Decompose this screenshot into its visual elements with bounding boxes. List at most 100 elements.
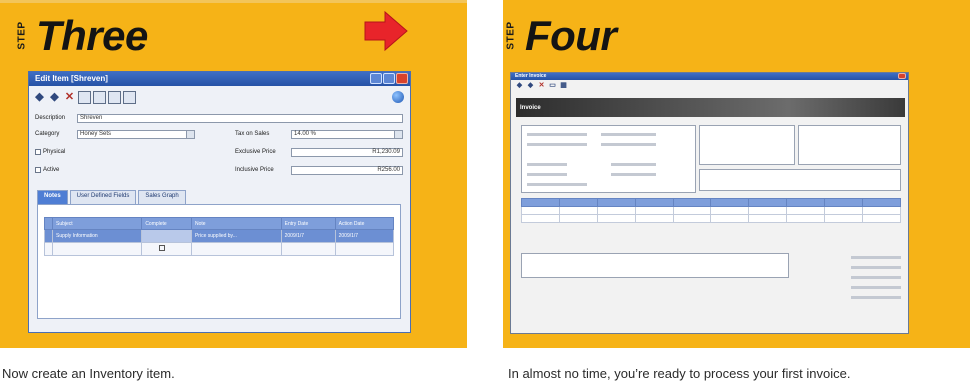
maximize-button[interactable] (383, 73, 395, 84)
discount-field[interactable] (611, 173, 656, 176)
cell-subject[interactable]: Supply Information (51, 229, 143, 243)
grid-cell[interactable] (824, 214, 864, 223)
customer-field[interactable] (527, 133, 587, 136)
next-step-arrow-icon (364, 10, 408, 52)
grid-cell[interactable] (672, 214, 712, 223)
grid-cell[interactable] (596, 206, 636, 215)
total-field[interactable] (851, 266, 901, 269)
active-checkbox[interactable] (35, 167, 41, 173)
tab-user-defined-fields[interactable]: User Defined Fields (69, 190, 137, 204)
grid-header (634, 198, 674, 207)
grid-header (558, 198, 598, 207)
total-field[interactable] (851, 286, 901, 289)
date-field[interactable] (601, 143, 656, 146)
save-close-icon[interactable]: ◆ (48, 91, 61, 104)
step-three-panel: STEP Three Edit Item [Shreven] ◆ ◆ ✕ Des… (0, 0, 467, 381)
tab-sales-graph[interactable]: Sales Graph (138, 190, 186, 204)
window-controls (898, 73, 906, 79)
cell-action-date[interactable]: 2009/1/7 (334, 229, 395, 243)
help-globe-icon[interactable] (392, 91, 404, 103)
close-button[interactable] (898, 73, 906, 79)
cell-entry-date[interactable] (280, 242, 336, 256)
inclusive-price-input[interactable]: R256.00 (291, 166, 403, 175)
tax-select[interactable]: 14.00 % (291, 130, 403, 139)
exclusive-price-input[interactable]: R1,230.09 (291, 148, 403, 157)
delete-icon[interactable]: ✕ (537, 82, 546, 90)
grid-cell[interactable] (672, 206, 712, 215)
grid-header (672, 198, 712, 207)
save-close-icon[interactable]: ◆ (526, 82, 535, 90)
step-label: STEP (505, 21, 517, 50)
document-number-field[interactable] (601, 133, 656, 136)
description-input[interactable]: Shreven (77, 114, 403, 123)
first-record-icon[interactable] (78, 90, 91, 104)
table-row[interactable]: Supply Information Price supplied by... … (44, 229, 395, 243)
tab-notes[interactable]: Notes (37, 190, 68, 204)
top-border (0, 0, 467, 3)
column-header-entry-date[interactable]: Entry Date (280, 217, 336, 230)
window-title: Enter Invoice (515, 73, 547, 79)
cell-note[interactable] (190, 242, 282, 256)
cell-complete[interactable] (141, 242, 192, 256)
cell-action-date[interactable] (334, 242, 395, 256)
complete-checkbox[interactable] (159, 245, 166, 251)
grid-cell[interactable] (862, 206, 901, 215)
next-record-icon[interactable] (108, 90, 121, 104)
grid-cell[interactable] (710, 206, 750, 215)
grid-cell[interactable] (786, 206, 826, 215)
grid-cell[interactable] (710, 214, 750, 223)
grid-cell[interactable] (558, 206, 598, 215)
chevron-down-icon[interactable] (394, 131, 402, 138)
grid-cell[interactable] (596, 214, 636, 223)
save-icon[interactable]: ◆ (33, 91, 46, 104)
column-header-subject[interactable]: Subject (51, 217, 143, 230)
cell-note[interactable]: Price supplied by... (190, 229, 282, 243)
grid-cell[interactable] (748, 214, 788, 223)
chevron-down-icon[interactable] (186, 131, 194, 138)
print-icon[interactable]: ▭ (548, 82, 557, 90)
save-icon[interactable]: ◆ (515, 82, 524, 90)
reference-field[interactable] (527, 173, 567, 176)
column-header-action-date[interactable]: Action Date (334, 217, 395, 230)
cell-entry-date[interactable]: 2009/1/7 (280, 229, 336, 243)
calendar-icon[interactable]: ▦ (559, 82, 568, 90)
price-list-field[interactable] (527, 183, 587, 186)
tax-value: 14.00 % (294, 131, 317, 137)
delete-icon[interactable]: ✕ (63, 91, 76, 104)
grid-cell[interactable] (521, 214, 560, 223)
total-field[interactable] (851, 276, 901, 279)
message-box[interactable] (699, 169, 901, 191)
table-row[interactable] (521, 206, 901, 215)
edit-item-window: Edit Item [Shreven] ◆ ◆ ✕ Description Sh… (28, 71, 411, 333)
grid-cell[interactable] (786, 214, 826, 223)
grid-header (710, 198, 750, 207)
grid-cell[interactable] (521, 206, 560, 215)
previous-record-icon[interactable] (93, 90, 106, 104)
category-select[interactable]: Honey Sets (77, 130, 195, 139)
cell-complete[interactable] (141, 229, 192, 243)
grid-cell[interactable] (558, 214, 598, 223)
salesperson-field[interactable] (527, 163, 567, 166)
invoice-notes-box[interactable] (521, 253, 789, 278)
grid-cell[interactable] (862, 214, 901, 223)
close-button[interactable] (396, 73, 408, 84)
grid-cell[interactable] (634, 206, 674, 215)
restore-button[interactable] (370, 73, 382, 84)
cell-subject[interactable] (51, 242, 143, 256)
new-row[interactable] (44, 242, 395, 256)
grid-cell[interactable] (824, 206, 864, 215)
total-field[interactable] (851, 256, 901, 259)
row-selector[interactable] (44, 242, 53, 256)
account-field[interactable] (527, 143, 587, 146)
grid-cell[interactable] (634, 214, 674, 223)
delivery-date-field[interactable] (611, 163, 656, 166)
total-field[interactable] (851, 296, 901, 299)
column-header-note[interactable]: Note (190, 217, 282, 230)
last-record-icon[interactable] (123, 90, 136, 104)
table-row[interactable] (521, 214, 901, 223)
column-header-complete[interactable]: Complete (141, 217, 192, 230)
tax-label: Tax on Sales (235, 131, 270, 137)
row-selector[interactable] (44, 229, 53, 243)
grid-cell[interactable] (748, 206, 788, 215)
physical-checkbox[interactable] (35, 149, 41, 155)
